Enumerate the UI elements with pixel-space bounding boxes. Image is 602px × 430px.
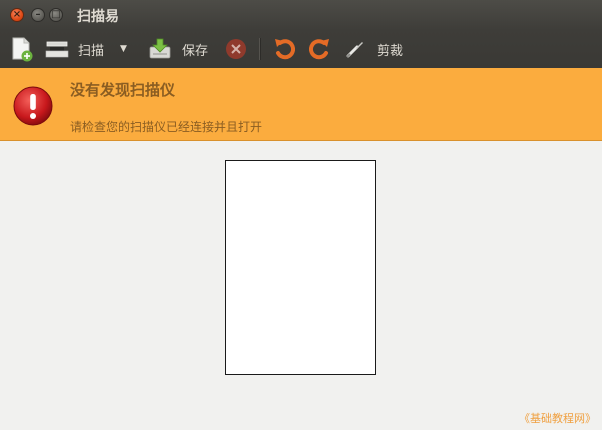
maximize-icon: □ bbox=[51, 9, 61, 20]
scanner-not-found-infobar: 没有发现扫描仪 请检查您的扫描仪已经连接并且打开 bbox=[0, 68, 602, 141]
dropdown-arrow-icon: ▼ bbox=[120, 44, 127, 54]
toolbar: 扫描 ▼ 保存 剪裁 bbox=[0, 30, 602, 69]
scan-button[interactable]: 扫描 bbox=[45, 30, 104, 68]
scanner-icon bbox=[45, 41, 69, 58]
save-icon bbox=[149, 38, 171, 59]
stop-icon bbox=[226, 39, 246, 59]
page-preview[interactable] bbox=[225, 160, 376, 375]
rotate-right-icon bbox=[309, 39, 329, 60]
scan-label: 扫描 bbox=[78, 43, 105, 59]
minimize-window-button[interactable]: – bbox=[31, 8, 45, 22]
rotate-right-button[interactable] bbox=[309, 30, 331, 68]
title-bar: × – □ 扫描易 bbox=[0, 0, 602, 30]
infobar-title: 没有发现扫描仪 bbox=[70, 81, 176, 99]
rotate-left-icon bbox=[275, 39, 295, 60]
close-window-button[interactable]: × bbox=[10, 8, 24, 22]
crop-label: 剪裁 bbox=[377, 43, 404, 59]
new-document-icon bbox=[12, 37, 33, 62]
toolbar-separator bbox=[259, 38, 261, 60]
watermark: 《基础教程网》 bbox=[519, 412, 596, 425]
minimize-icon: – bbox=[35, 9, 41, 20]
stop-scan-button[interactable] bbox=[225, 30, 247, 68]
simple-scan-window: × – □ 扫描易 扫描 ▼ 保存 剪裁 没有发现扫描仪 请检查您的扫描仪已经连… bbox=[0, 0, 602, 430]
crop-icon bbox=[346, 42, 363, 58]
new-document-button[interactable] bbox=[10, 30, 34, 68]
close-icon: × bbox=[12, 9, 22, 20]
crop-button[interactable]: 剪裁 bbox=[345, 30, 403, 68]
infobar-description: 请检查您的扫描仪已经连接并且打开 bbox=[70, 120, 263, 134]
window-title: 扫描易 bbox=[77, 9, 119, 25]
scan-options-dropdown[interactable]: ▼ bbox=[120, 30, 127, 68]
alert-icon bbox=[13, 86, 53, 126]
save-button[interactable]: 保存 bbox=[148, 30, 208, 68]
save-label: 保存 bbox=[182, 43, 209, 59]
maximize-window-button[interactable]: □ bbox=[49, 8, 63, 22]
rotate-left-button[interactable] bbox=[273, 30, 295, 68]
